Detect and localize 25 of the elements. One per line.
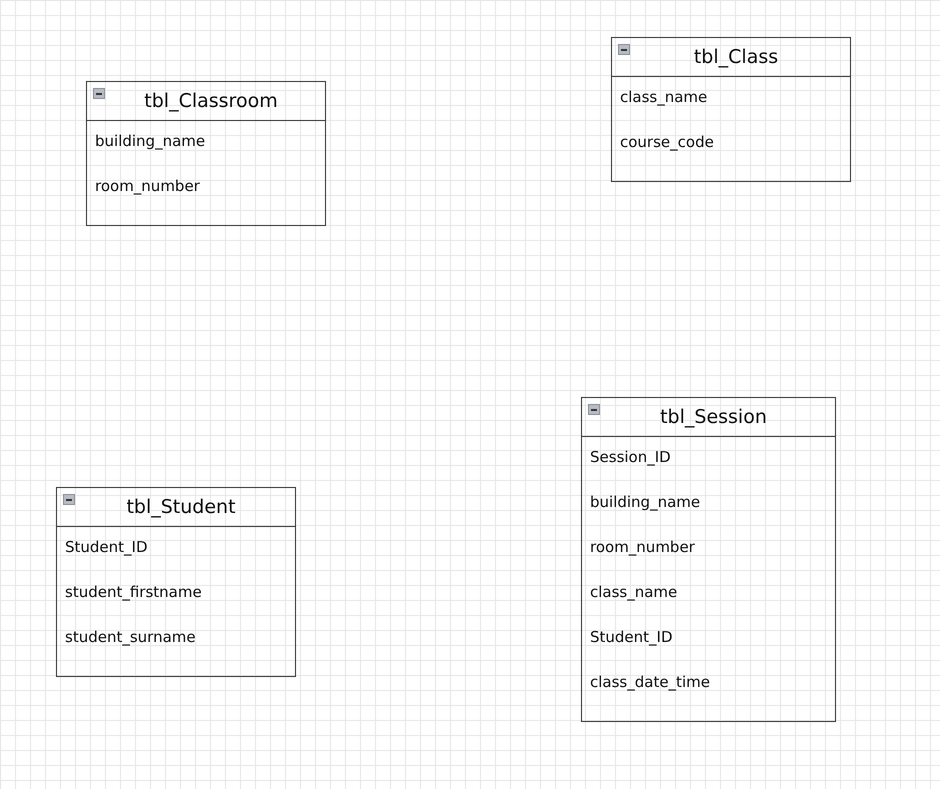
field-name: Session_ID xyxy=(590,447,671,468)
entity-table[interactable]: tbl_Student Student_ID student_firstname student_surname xyxy=(56,487,296,677)
field-name: room_number xyxy=(590,537,695,558)
field-name: student_firstname xyxy=(65,582,202,603)
table-title: tbl_Session xyxy=(660,404,767,430)
table-title: tbl_Classroom xyxy=(144,88,278,114)
field-name: class_date_time xyxy=(590,672,710,693)
collapse-icon[interactable] xyxy=(93,88,105,99)
table-title: tbl_Student xyxy=(126,494,236,520)
field-name: room_number xyxy=(95,176,200,197)
field-name: building_name xyxy=(95,131,206,152)
field-name: Student_ID xyxy=(65,537,148,558)
collapse-icon[interactable] xyxy=(618,44,630,55)
collapse-icon[interactable] xyxy=(588,404,600,415)
field-name: Student_ID xyxy=(590,627,673,648)
collapse-icon[interactable] xyxy=(63,494,75,505)
entity-table[interactable]: tbl_Classroom building_name room_number xyxy=(86,81,326,226)
field-name: class_name xyxy=(590,582,678,603)
field-name: building_name xyxy=(590,492,700,513)
field-name: student_surname xyxy=(65,627,196,648)
entity-table[interactable]: tbl_Class class_name course_code xyxy=(611,37,851,182)
entity-table[interactable]: tbl_Session Session_ID building_name room_number class_name Student_ID class_date_time xyxy=(581,397,836,722)
field-name: course_code xyxy=(620,132,714,153)
table-title: tbl_Class xyxy=(694,44,778,70)
field-name: class_name xyxy=(620,87,708,108)
